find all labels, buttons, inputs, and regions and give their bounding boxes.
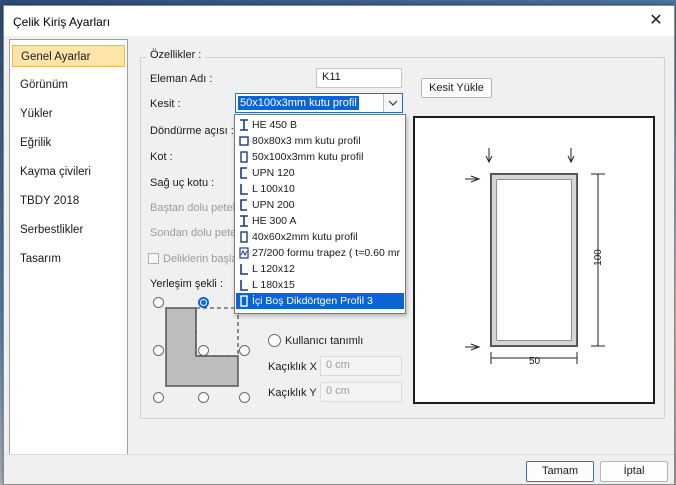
dropdown-item-label: 40x60x2mm kutu profil	[252, 231, 358, 243]
holes-checkbox[interactable]	[148, 253, 159, 264]
angle-icon	[239, 279, 249, 291]
sidebar-item-tbdy-2018[interactable]: TBDY 2018	[12, 190, 125, 212]
custom-label: Kullanıcı tanımlı	[285, 335, 364, 347]
dropdown-item[interactable]: L 120x12	[236, 261, 404, 277]
sidebar-item-shear-studs[interactable]: Kayma çivileri	[12, 161, 125, 183]
sidebar-item-view[interactable]: Görünüm	[12, 74, 125, 96]
rotation-label: Döndürme açısı :	[150, 125, 234, 137]
offset-x-label: Kaçıklık X :	[268, 361, 324, 373]
dropdown-item-label: HE 450 B	[252, 119, 297, 131]
offset-x-field[interactable]: 0 cm	[320, 356, 402, 376]
window-title: Çelik Kiriş Ayarları	[13, 15, 111, 29]
placement-label: Yerleşim şekli :	[150, 278, 223, 290]
kot-label: Kot :	[150, 151, 173, 163]
dropdown-item[interactable]: HE 450 B	[236, 117, 404, 133]
section-combobox[interactable]: 50x100x3mm kutu profil	[235, 93, 403, 113]
properties-group-title: Özellikler :	[146, 49, 206, 61]
sidebar-item-releases[interactable]: Serbestlikler	[12, 219, 125, 241]
close-icon[interactable]: ✕	[646, 11, 666, 31]
dropdown-item[interactable]: HE 300 A	[236, 213, 404, 229]
steel-beam-settings-dialog: Çelik Kiriş Ayarları ✕ Genel Ayarlar Gör…	[3, 5, 675, 485]
channel-icon	[239, 199, 249, 211]
dropdown-item[interactable]: 27/200 formu trapez ( t=0.60 mr	[236, 245, 404, 261]
i-beam-icon	[239, 119, 249, 131]
placement-radio-top-center[interactable]	[198, 297, 209, 308]
square-box-icon	[239, 135, 249, 147]
placement-radio-top-left[interactable]	[153, 297, 164, 308]
section-preview: 100 50	[413, 116, 655, 404]
dropdown-item[interactable]: 40x60x2mm kutu profil	[236, 229, 404, 245]
placement-radio-bottom-center[interactable]	[198, 392, 209, 403]
sidebar-item-design[interactable]: Tasarım	[12, 248, 125, 270]
dropdown-item[interactable]: UPN 120	[236, 165, 404, 181]
placement-radio-middle-left[interactable]	[153, 345, 164, 356]
dropdown-item-label: 80x80x3 mm kutu profil	[252, 135, 361, 147]
angle-icon	[239, 263, 249, 275]
dropdown-item-label: HE 300 A	[252, 215, 297, 227]
offset-y-label: Kaçıklık Y :	[268, 387, 323, 399]
dropdown-item-label: İçi Boş Dikdörtgen Profil 3	[252, 295, 373, 307]
section-dropdown-list: HE 450 B 80x80x3 mm kutu profil 50x100x3…	[234, 114, 406, 314]
rect-box-icon	[239, 231, 249, 243]
sidebar-item-loads[interactable]: Yükler	[12, 103, 125, 125]
hollow-rect-icon	[239, 295, 249, 307]
sidebar-item-general[interactable]: Genel Ayarlar	[12, 45, 125, 67]
section-label: Kesit :	[150, 98, 181, 110]
holes-label: Deliklerin başla	[163, 253, 238, 265]
rect-box-icon	[239, 151, 249, 163]
dropdown-item-label: L 100x10	[252, 183, 295, 195]
sidebar-item-curvature[interactable]: Eğrilik	[12, 132, 125, 154]
footer-divider	[4, 454, 674, 455]
trapez-icon	[239, 247, 249, 259]
dropdown-item-label: L 120x12	[252, 263, 295, 275]
offset-y-field[interactable]: 0 cm	[320, 382, 402, 402]
placement-radio-middle-right[interactable]	[239, 345, 250, 356]
custom-radio[interactable]	[268, 334, 281, 347]
cancel-button[interactable]: İptal	[600, 461, 668, 482]
placement-radio-bottom-right[interactable]	[239, 392, 250, 403]
element-name-field[interactable]: K11	[316, 68, 402, 88]
placement-radio-middle-center[interactable]	[198, 345, 209, 356]
load-section-button[interactable]: Kesit Yükle	[421, 78, 492, 98]
dropdown-item[interactable]: L 180x15	[236, 277, 404, 293]
end-plate-label: Sondan dolu petek	[150, 227, 242, 239]
angle-icon	[239, 183, 249, 195]
dropdown-item[interactable]: L 100x10	[236, 181, 404, 197]
dropdown-item-label: 50x100x3mm kutu profil	[252, 151, 364, 163]
dropdown-item-label: UPN 200	[252, 199, 295, 211]
title-bar: Çelik Kiriş Ayarları ✕	[4, 6, 674, 36]
channel-icon	[239, 167, 249, 179]
start-plate-label: Baştan dolu petek	[150, 202, 239, 214]
dropdown-item[interactable]: 50x100x3mm kutu profil	[236, 149, 404, 165]
dropdown-item-label: 27/200 formu trapez ( t=0.60 mr	[252, 247, 400, 259]
dropdown-item-selected[interactable]: İçi Boş Dikdörtgen Profil 3	[236, 293, 404, 309]
ok-button[interactable]: Tamam	[526, 461, 594, 482]
dropdown-item[interactable]: 80x80x3 mm kutu profil	[236, 133, 404, 149]
placement-radio-bottom-left[interactable]	[153, 392, 164, 403]
dropdown-item[interactable]: UPN 200	[236, 197, 404, 213]
section-combobox-value: 50x100x3mm kutu profil	[238, 96, 359, 110]
dropdown-item-label: UPN 120	[252, 167, 295, 179]
dropdown-item-label: L 180x15	[252, 279, 295, 291]
element-name-label: Eleman Adı :	[150, 73, 213, 85]
settings-sidebar: Genel Ayarlar Görünüm Yükler Eğrilik Kay…	[9, 39, 128, 455]
chevron-down-icon[interactable]	[383, 94, 402, 112]
height-dimension-label: 100	[592, 249, 604, 266]
i-beam-icon	[239, 215, 249, 227]
right-end-level-label: Sağ uç kotu :	[150, 177, 215, 189]
width-dimension-label: 50	[529, 356, 541, 367]
